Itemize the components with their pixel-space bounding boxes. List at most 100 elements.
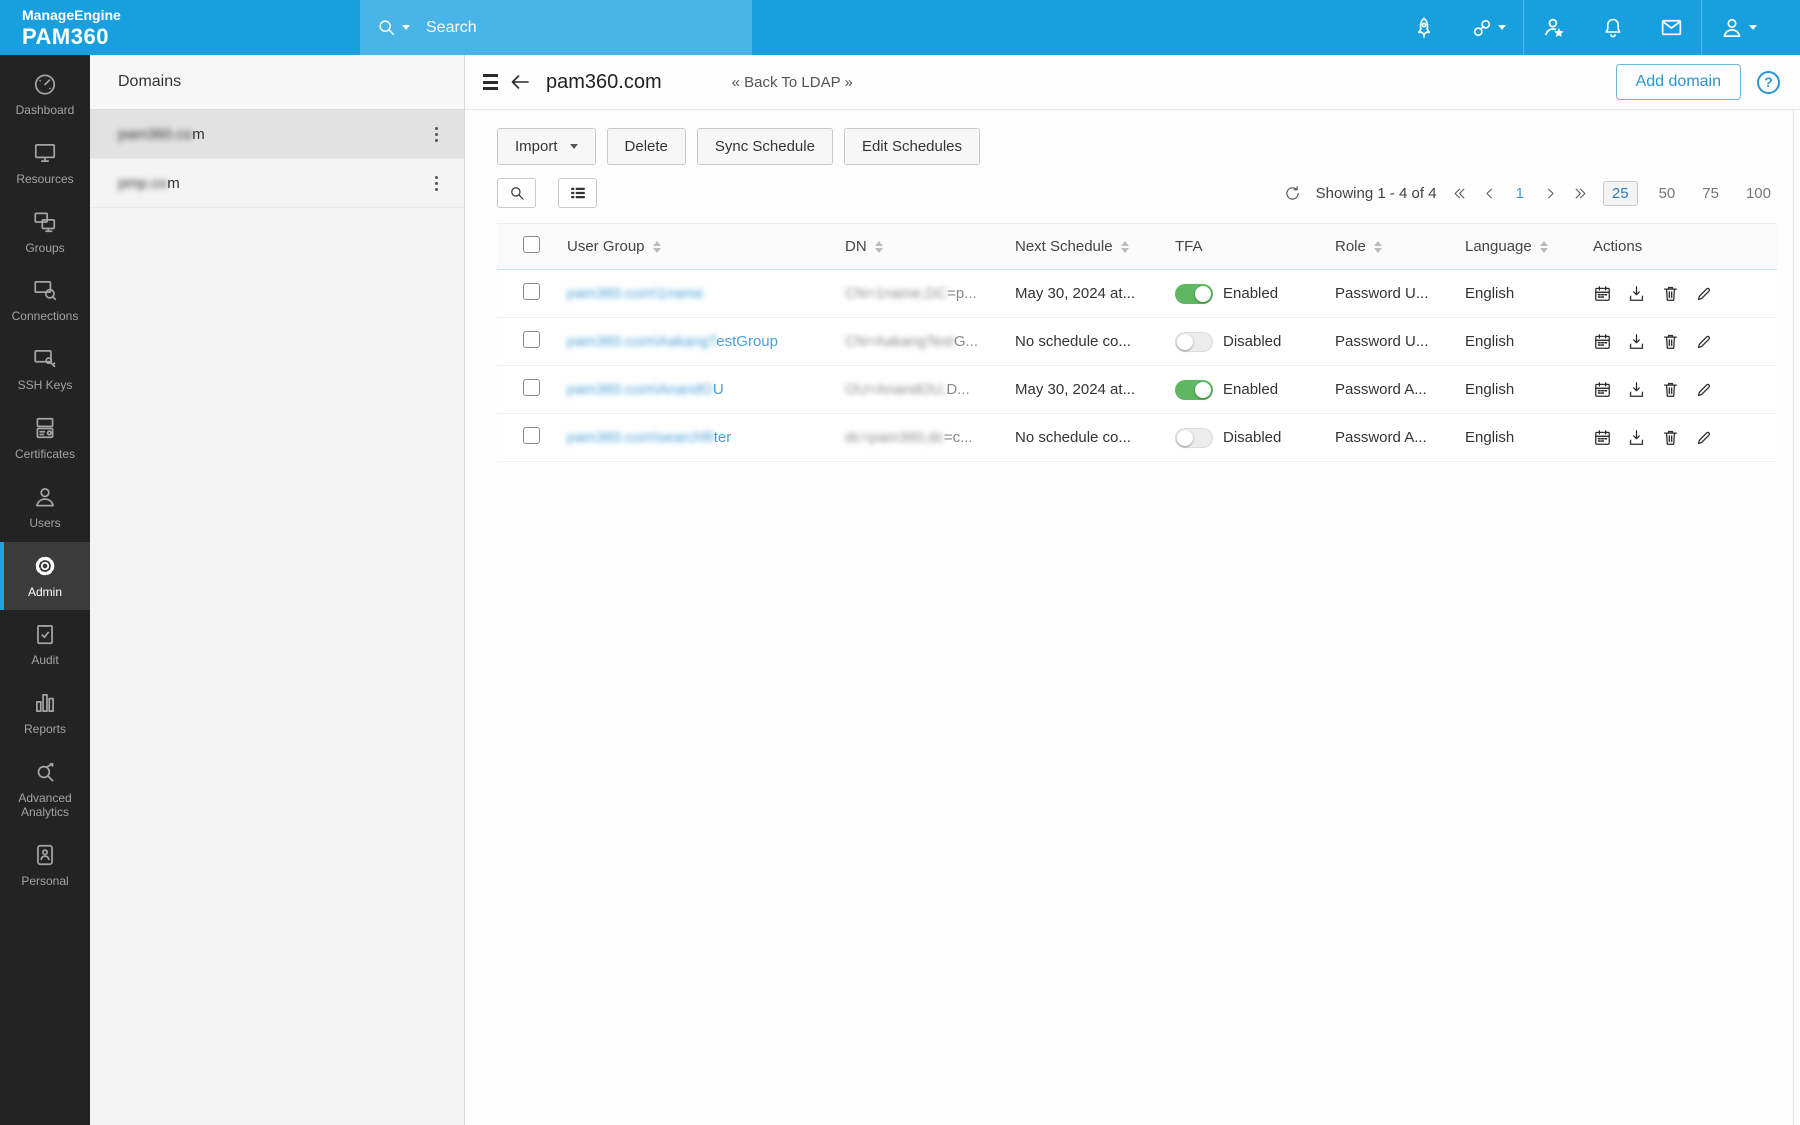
sidebar-label: Advanced Analytics bbox=[3, 792, 87, 820]
next-page-icon[interactable] bbox=[1543, 186, 1558, 201]
refresh-icon[interactable] bbox=[1284, 185, 1301, 202]
row-checkbox[interactable] bbox=[523, 379, 540, 396]
edit-pencil-icon[interactable] bbox=[1695, 428, 1714, 447]
notifications-bell-icon[interactable] bbox=[1584, 16, 1642, 40]
col-header-language[interactable]: Language bbox=[1457, 224, 1585, 270]
back-to-ldap-link[interactable]: « Back To LDAP » bbox=[732, 74, 853, 91]
select-all-checkbox[interactable] bbox=[523, 236, 540, 253]
edit-pencil-icon[interactable] bbox=[1695, 380, 1714, 399]
last-page-icon[interactable] bbox=[1573, 186, 1588, 201]
user-group-link[interactable]: pam360.com\AnandOU bbox=[567, 381, 724, 398]
main-sidebar: Dashboard Resources Groups Connections S… bbox=[0, 55, 90, 1125]
sidebar-item-admin[interactable]: Admin bbox=[0, 542, 90, 611]
edit-pencil-icon[interactable] bbox=[1695, 284, 1714, 303]
row-checkbox[interactable] bbox=[523, 283, 540, 300]
user-star-icon[interactable] bbox=[1524, 15, 1584, 41]
schedule-calendar-icon[interactable] bbox=[1593, 284, 1612, 303]
sidebar-item-advanced-analytics[interactable]: Advanced Analytics bbox=[0, 748, 90, 831]
table-search-button[interactable] bbox=[497, 178, 536, 208]
domain-kebab-menu-icon[interactable] bbox=[429, 172, 444, 195]
page-size-50[interactable]: 50 bbox=[1653, 182, 1682, 205]
language-value: English bbox=[1457, 366, 1585, 414]
first-page-icon[interactable] bbox=[1452, 186, 1467, 201]
delete-trash-icon[interactable] bbox=[1661, 284, 1680, 303]
tfa-toggle[interactable] bbox=[1175, 380, 1213, 400]
dashboard-gauge-icon bbox=[32, 71, 58, 97]
sort-icon[interactable] bbox=[1374, 241, 1382, 253]
collapse-menu-icon[interactable] bbox=[483, 74, 498, 90]
delete-trash-icon[interactable] bbox=[1661, 332, 1680, 351]
tfa-toggle[interactable] bbox=[1175, 284, 1213, 304]
certificates-icon bbox=[32, 415, 58, 441]
sidebar-item-reports[interactable]: Reports bbox=[0, 679, 90, 748]
global-search-bar[interactable] bbox=[360, 0, 752, 55]
page-size-25[interactable]: 25 bbox=[1603, 181, 1638, 206]
import-now-download-icon[interactable] bbox=[1627, 332, 1646, 351]
delete-trash-icon[interactable] bbox=[1661, 428, 1680, 447]
tfa-toggle[interactable] bbox=[1175, 332, 1213, 352]
scrollbar-track[interactable] bbox=[1793, 110, 1794, 1125]
sidebar-label: Connections bbox=[12, 310, 79, 324]
main-content: pam360.com « Back To LDAP » Add domain ?… bbox=[465, 55, 1800, 1125]
add-domain-button[interactable]: Add domain bbox=[1616, 64, 1741, 100]
prev-page-icon[interactable] bbox=[1482, 186, 1497, 201]
domain-name-redacted: pam360.co bbox=[118, 126, 192, 143]
help-icon[interactable]: ? bbox=[1757, 71, 1780, 94]
col-header-next-schedule[interactable]: Next Schedule bbox=[1007, 224, 1167, 270]
groups-monitors-icon bbox=[32, 209, 58, 235]
import-now-download-icon[interactable] bbox=[1627, 284, 1646, 303]
current-page-number[interactable]: 1 bbox=[1512, 185, 1528, 202]
sort-icon[interactable] bbox=[1121, 241, 1129, 253]
language-value: English bbox=[1457, 318, 1585, 366]
col-header-dn[interactable]: DN bbox=[837, 224, 1007, 270]
schedule-calendar-icon[interactable] bbox=[1593, 380, 1612, 399]
import-now-download-icon[interactable] bbox=[1627, 428, 1646, 447]
row-checkbox[interactable] bbox=[523, 427, 540, 444]
users-icon bbox=[32, 484, 58, 510]
sidebar-item-certificates[interactable]: Certificates bbox=[0, 404, 90, 473]
sort-icon[interactable] bbox=[875, 241, 883, 253]
user-group-link[interactable]: pam360.com\searchfilter bbox=[567, 429, 731, 446]
content-header: pam360.com « Back To LDAP » Add domain ? bbox=[465, 55, 1800, 110]
account-user-icon[interactable] bbox=[1702, 15, 1774, 41]
column-chooser-button[interactable] bbox=[558, 178, 597, 208]
tfa-toggle[interactable] bbox=[1175, 428, 1213, 448]
row-checkbox[interactable] bbox=[523, 331, 540, 348]
back-arrow-icon[interactable] bbox=[508, 70, 532, 94]
sidebar-item-audit[interactable]: Audit bbox=[0, 610, 90, 679]
quick-links-icon[interactable] bbox=[1453, 16, 1523, 40]
sidebar-label: Personal bbox=[21, 875, 68, 889]
schedule-calendar-icon[interactable] bbox=[1593, 332, 1612, 351]
import-button[interactable]: Import bbox=[497, 128, 596, 165]
domain-item-pam360[interactable]: pam360.com bbox=[90, 110, 464, 159]
page-size-75[interactable]: 75 bbox=[1696, 182, 1725, 205]
sort-icon[interactable] bbox=[1540, 241, 1548, 253]
edit-pencil-icon[interactable] bbox=[1695, 332, 1714, 351]
quick-links-caret-icon bbox=[1498, 25, 1506, 30]
sidebar-item-personal[interactable]: Personal bbox=[0, 831, 90, 900]
search-input[interactable] bbox=[426, 19, 706, 37]
sidebar-item-ssh-keys[interactable]: SSH Keys bbox=[0, 335, 90, 404]
user-group-link[interactable]: pam360.com\1name bbox=[567, 285, 704, 302]
sync-schedule-button[interactable]: Sync Schedule bbox=[697, 128, 833, 165]
domain-item-pmp[interactable]: pmp.com bbox=[90, 159, 464, 208]
edit-schedules-button[interactable]: Edit Schedules bbox=[844, 128, 980, 165]
page-size-100[interactable]: 100 bbox=[1740, 182, 1777, 205]
col-header-role[interactable]: Role bbox=[1327, 224, 1457, 270]
sidebar-item-groups[interactable]: Groups bbox=[0, 198, 90, 267]
delete-trash-icon[interactable] bbox=[1661, 380, 1680, 399]
sort-icon[interactable] bbox=[653, 241, 661, 253]
schedule-calendar-icon[interactable] bbox=[1593, 428, 1612, 447]
import-now-download-icon[interactable] bbox=[1627, 380, 1646, 399]
whats-new-rocket-icon[interactable] bbox=[1395, 16, 1453, 40]
domain-kebab-menu-icon[interactable] bbox=[429, 123, 444, 146]
mail-icon[interactable] bbox=[1642, 15, 1701, 40]
sidebar-item-resources[interactable]: Resources bbox=[0, 129, 90, 198]
col-header-user-group[interactable]: User Group bbox=[559, 224, 837, 270]
sidebar-item-users[interactable]: Users bbox=[0, 473, 90, 542]
user-group-link[interactable]: pam360.com\AakangTestGroup bbox=[567, 333, 778, 350]
search-icon[interactable] bbox=[376, 17, 410, 39]
delete-button[interactable]: Delete bbox=[607, 128, 686, 165]
sidebar-item-connections[interactable]: Connections bbox=[0, 266, 90, 335]
sidebar-item-dashboard[interactable]: Dashboard bbox=[0, 60, 90, 129]
